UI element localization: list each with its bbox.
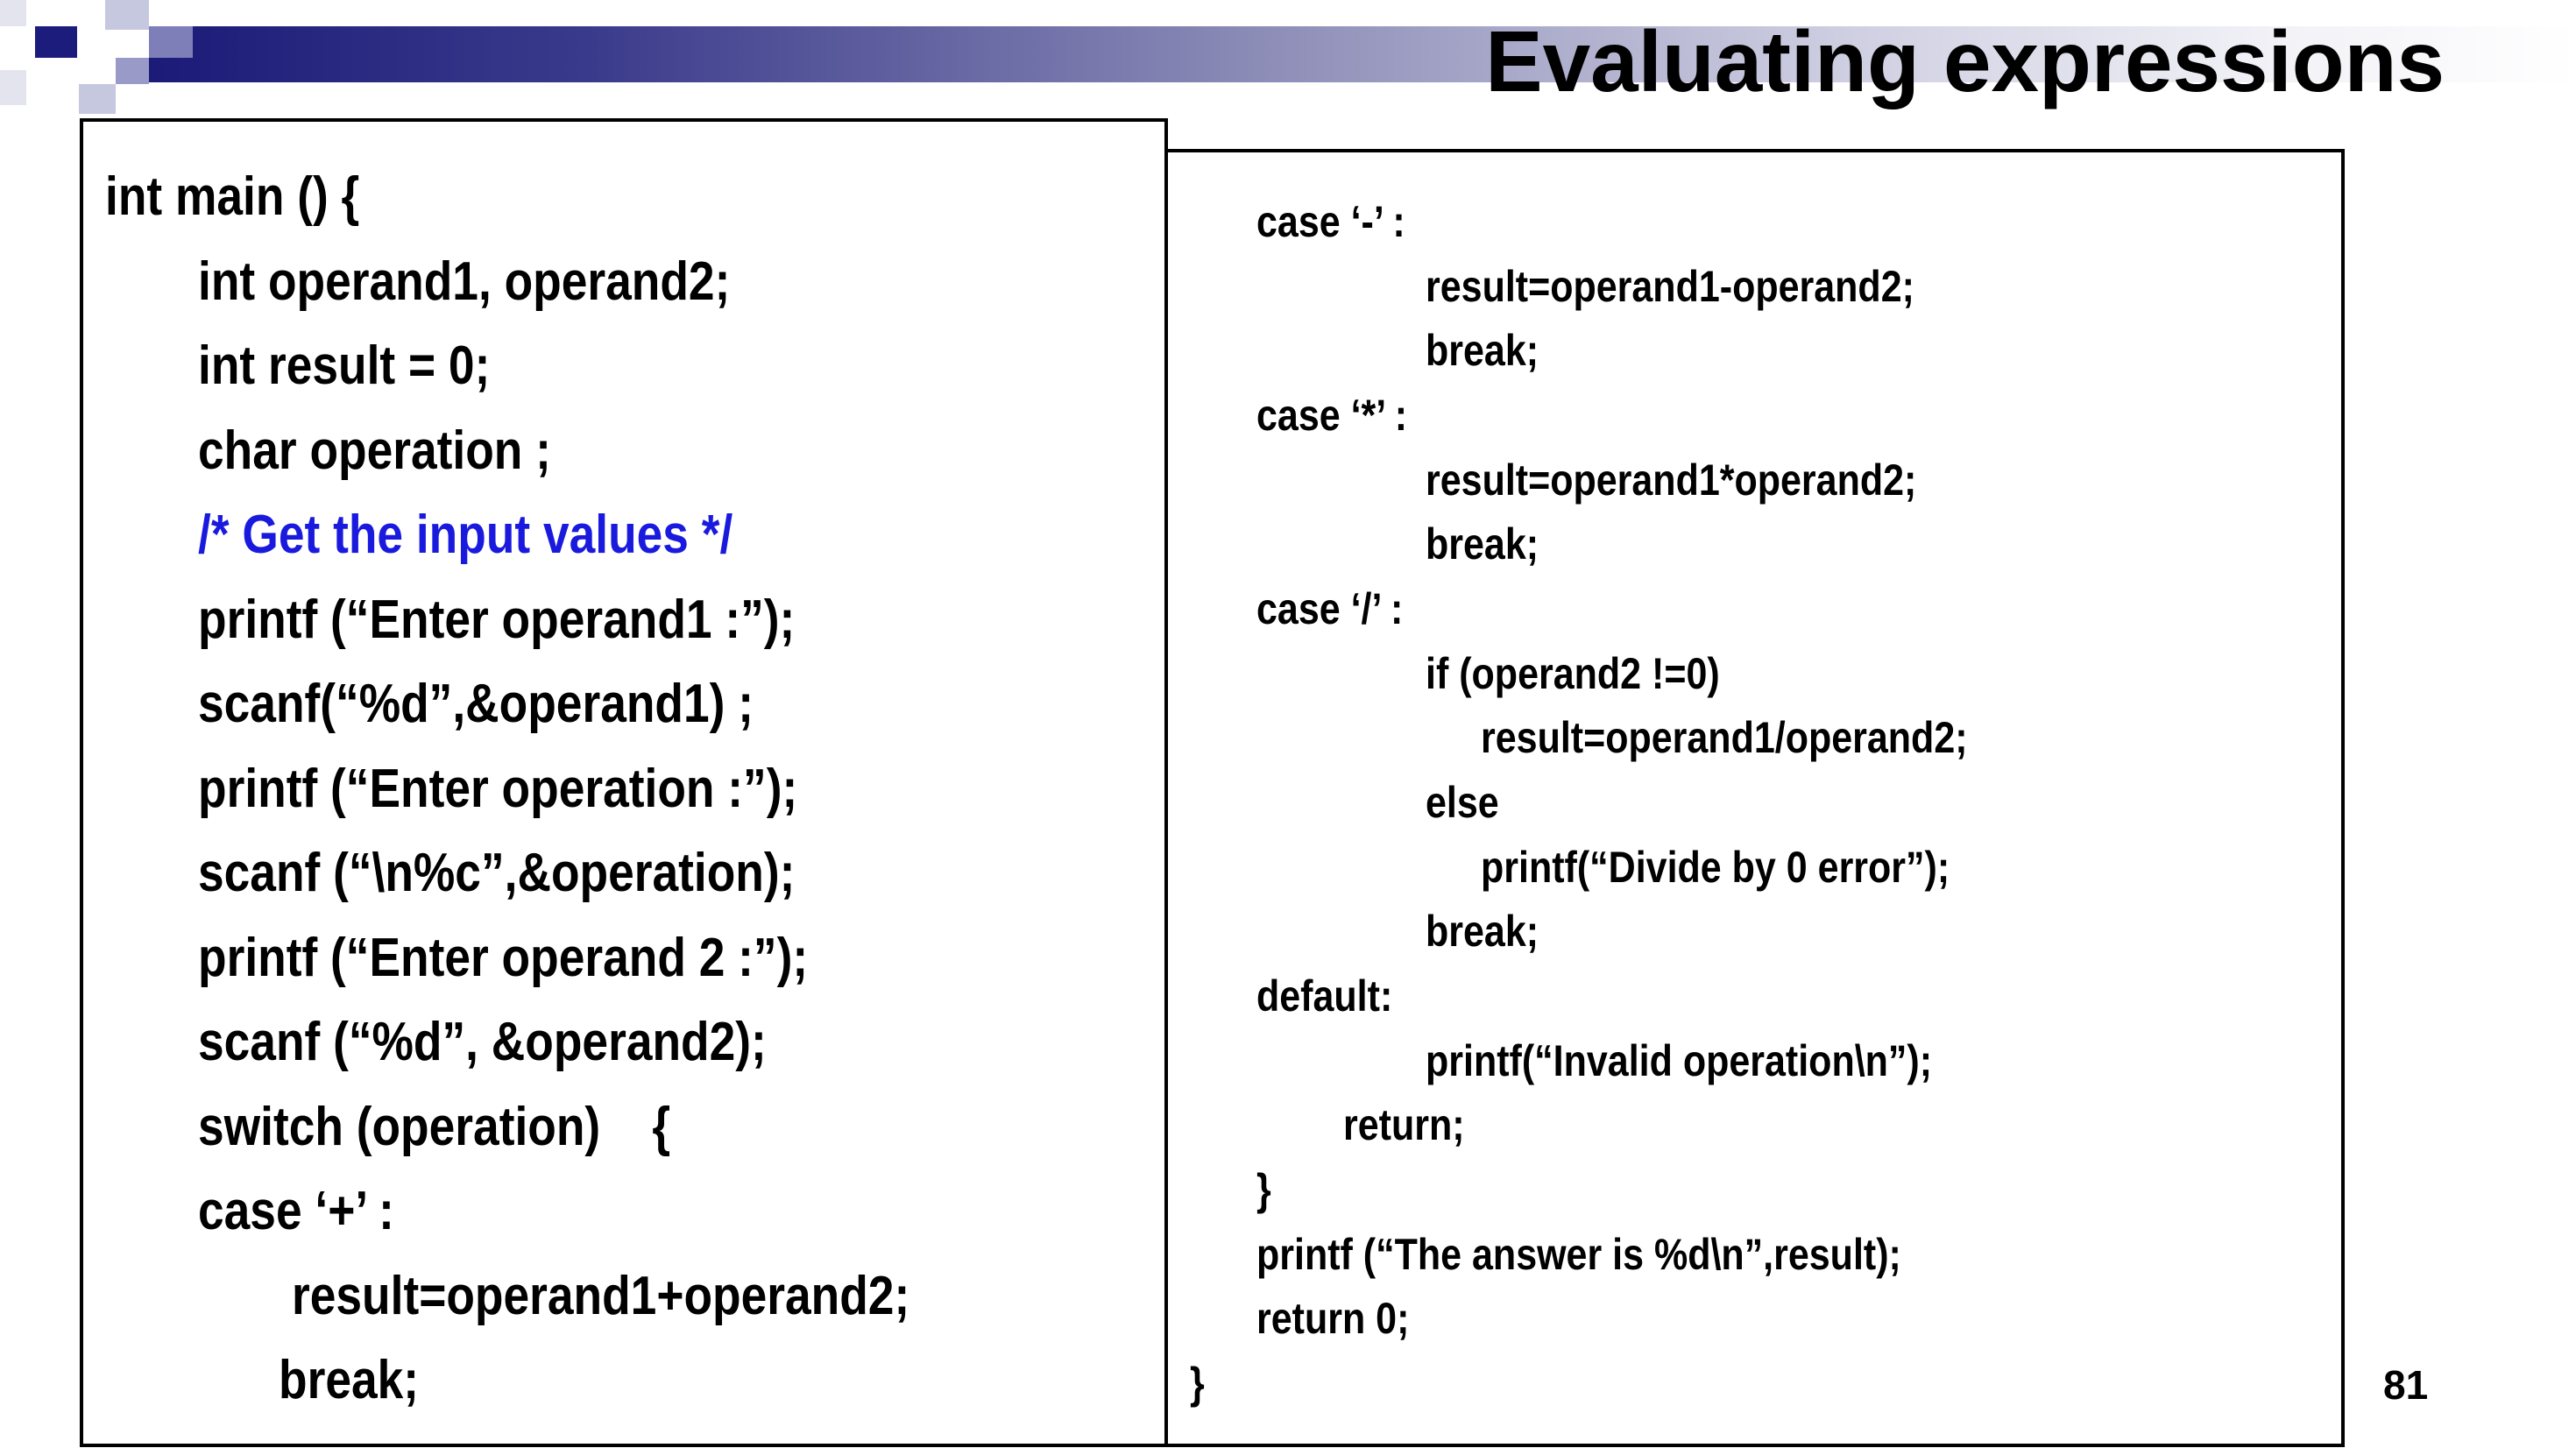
code-line: result=operand1*operand2; [1426, 456, 1917, 505]
code-box-left: int main () { int operand1, operand2; in… [80, 118, 1168, 1447]
code-line: result=operand1+operand2; [292, 1266, 910, 1326]
code-line: int operand1, operand2; [198, 251, 731, 312]
code-line: default: [1256, 971, 1393, 1021]
code-line: break; [1426, 907, 1539, 956]
code-line: else [1426, 778, 1499, 827]
code-line: result=operand1/operand2; [1481, 713, 1968, 762]
code-line: scanf (“\n%c”,&operation); [198, 843, 796, 903]
code-line: char operation ; [198, 420, 551, 481]
code-line: int main () { [105, 166, 360, 227]
decorative-square [105, 0, 149, 30]
decorative-square [79, 84, 116, 114]
code-line: printf (“The answer is %d\n”,result); [1256, 1230, 1901, 1279]
code-line: printf (“Enter operand 2 :”); [198, 928, 809, 988]
code-line: return 0; [1256, 1294, 1410, 1343]
code-line: case ‘-’ : [1256, 197, 1405, 246]
page-title: Evaluating expressions [1485, 13, 2445, 109]
code-line: scanf(“%d”,&operand1) ; [198, 674, 754, 734]
code-comment: /* Get the input values */ [198, 505, 733, 565]
decorative-square [116, 58, 149, 84]
decorative-square [35, 26, 77, 58]
decorative-square [0, 70, 26, 105]
code-line: case ‘/’ : [1256, 584, 1404, 633]
page-number: 81 [2383, 1362, 2429, 1408]
code-line: case ‘+’ : [198, 1181, 394, 1241]
code-line: scanf (“%d”, &operand2); [198, 1012, 767, 1072]
code-box-right: case ‘-’ : result=operand1-operand2; bre… [1162, 149, 2345, 1447]
code-line: return; [1343, 1100, 1465, 1149]
code-line: printf (“Enter operand1 :”); [198, 590, 796, 650]
slide: Evaluating expressions case ‘-’ : result… [0, 0, 2576, 1448]
code-line: result=operand1-operand2; [1426, 262, 1914, 311]
code-line: } [1190, 1359, 1205, 1408]
code-line: if (operand2 !=0) [1426, 649, 1720, 698]
code-line: case ‘*’ : [1256, 391, 1408, 440]
code-line: printf(“Invalid operation\n”); [1426, 1036, 1933, 1085]
code-line: break; [1426, 326, 1539, 375]
code-line: int result = 0; [198, 336, 491, 396]
decorative-square [149, 26, 193, 58]
code-line: break; [1426, 519, 1539, 569]
code-line: printf (“Enter operation :”); [198, 759, 798, 819]
decorative-square [0, 0, 26, 26]
code-line: break; [279, 1350, 420, 1410]
code-line: switch (operation) { [198, 1097, 671, 1157]
code-line: } [1256, 1165, 1271, 1214]
code-line: printf(“Divide by 0 error”); [1481, 843, 1950, 892]
